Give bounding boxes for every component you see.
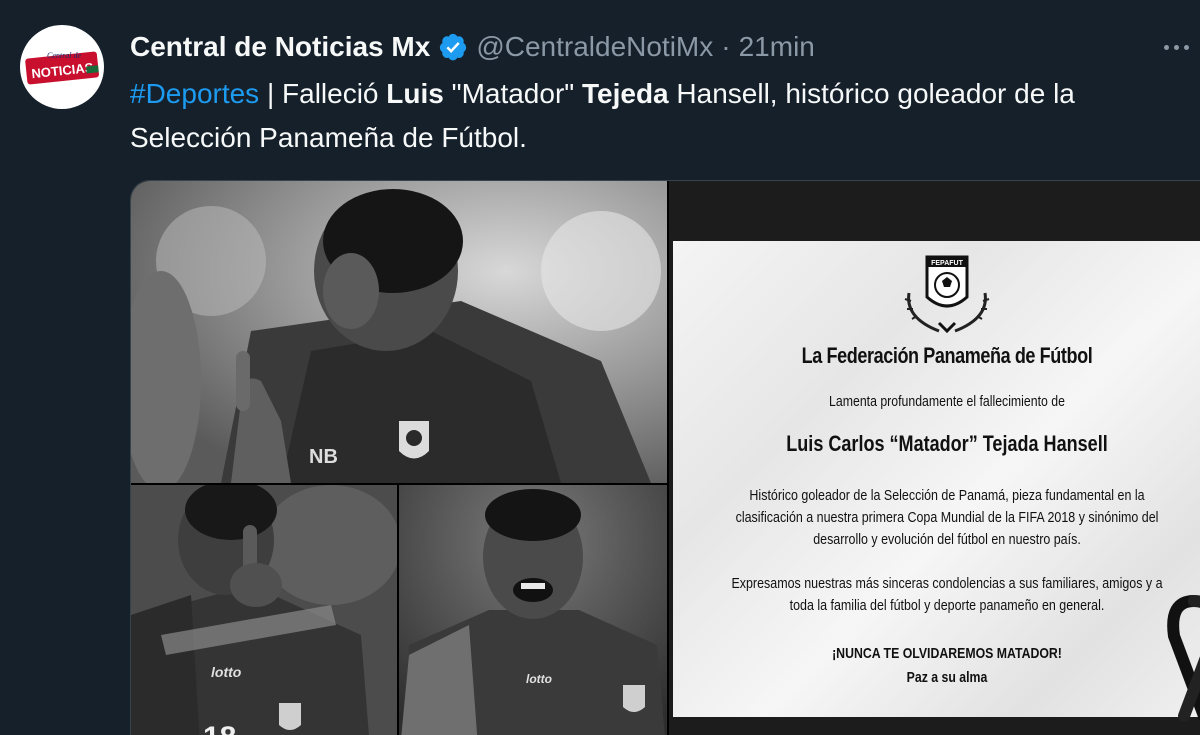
hashtag-link[interactable]: #Deportes (130, 78, 259, 109)
fepafut-crest-icon: FEPAFUT (904, 255, 990, 334)
tweet[interactable]: Central de NOTICIAS Central de Noticias … (0, 0, 1200, 735)
tweet-text: #Deportes | Falleció Luis "Matador" Teje… (130, 72, 1190, 160)
player-photo-bottom-right[interactable]: lotto (399, 485, 667, 735)
tweet-time[interactable]: 21min (739, 31, 815, 63)
tweet-header: Central de Noticias Mx @CentraldeNotiMx … (130, 26, 815, 68)
avatar-text-top: Central de (47, 51, 81, 60)
tweet-text-bold: Tejeda (582, 78, 669, 109)
avatar-logo: Central de NOTICIAS (25, 51, 99, 85)
jersey-brand-lotto: lotto (211, 664, 242, 680)
author-handle[interactable]: @CentraldeNotiMx (476, 31, 713, 63)
condolence-notice: FEPAFUT La Federación Panameña de Fútbol… (673, 241, 1200, 721)
jersey-brand-lotto: lotto (526, 672, 552, 686)
photo-collage[interactable]: NB lotto 18 (131, 181, 667, 735)
header-separator: · (721, 31, 731, 62)
closing-line: ¡NUNCA TE OLVIDAREMOS MATADOR! (832, 645, 1062, 662)
jersey-brand-nb: NB (309, 446, 338, 468)
tweet-text-part: | Falleció (259, 78, 387, 109)
tweet-text-part: "Matador" (443, 78, 582, 109)
condolence-image[interactable]: FEPAFUT La Federación Panameña de Fútbol… (669, 181, 1200, 735)
verified-badge-icon[interactable] (438, 32, 468, 62)
rest-in-peace-line: Paz a su alma (906, 669, 988, 686)
player-photo-bottom-left[interactable]: lotto 18 (131, 485, 397, 735)
avatar[interactable]: Central de NOTICIAS (20, 25, 104, 109)
jersey-number: 18 (203, 721, 236, 735)
federation-title: La Federación Panameña de Fútbol (801, 343, 1093, 368)
lament-line: Lamenta profundamente el fallecimiento d… (829, 393, 1065, 410)
crest-label: FEPAFUT (931, 260, 963, 267)
mourning-ribbon-icon (1167, 595, 1200, 721)
player-name: Luis Carlos “Matador” Tejada Hansell (786, 431, 1108, 456)
more-options-icon[interactable] (1156, 30, 1196, 64)
condolences-paragraph: Expresamos nuestras más sinceras condole… (731, 576, 1163, 614)
player-photo-top[interactable]: NB (131, 181, 667, 483)
tweet-media[interactable]: NB lotto 18 (130, 180, 1200, 735)
tribute-paragraph: Histórico goleador de la Selección de Pa… (735, 488, 1159, 548)
author-name[interactable]: Central de Noticias Mx (130, 31, 430, 63)
tweet-text-bold: Luis (386, 78, 444, 109)
